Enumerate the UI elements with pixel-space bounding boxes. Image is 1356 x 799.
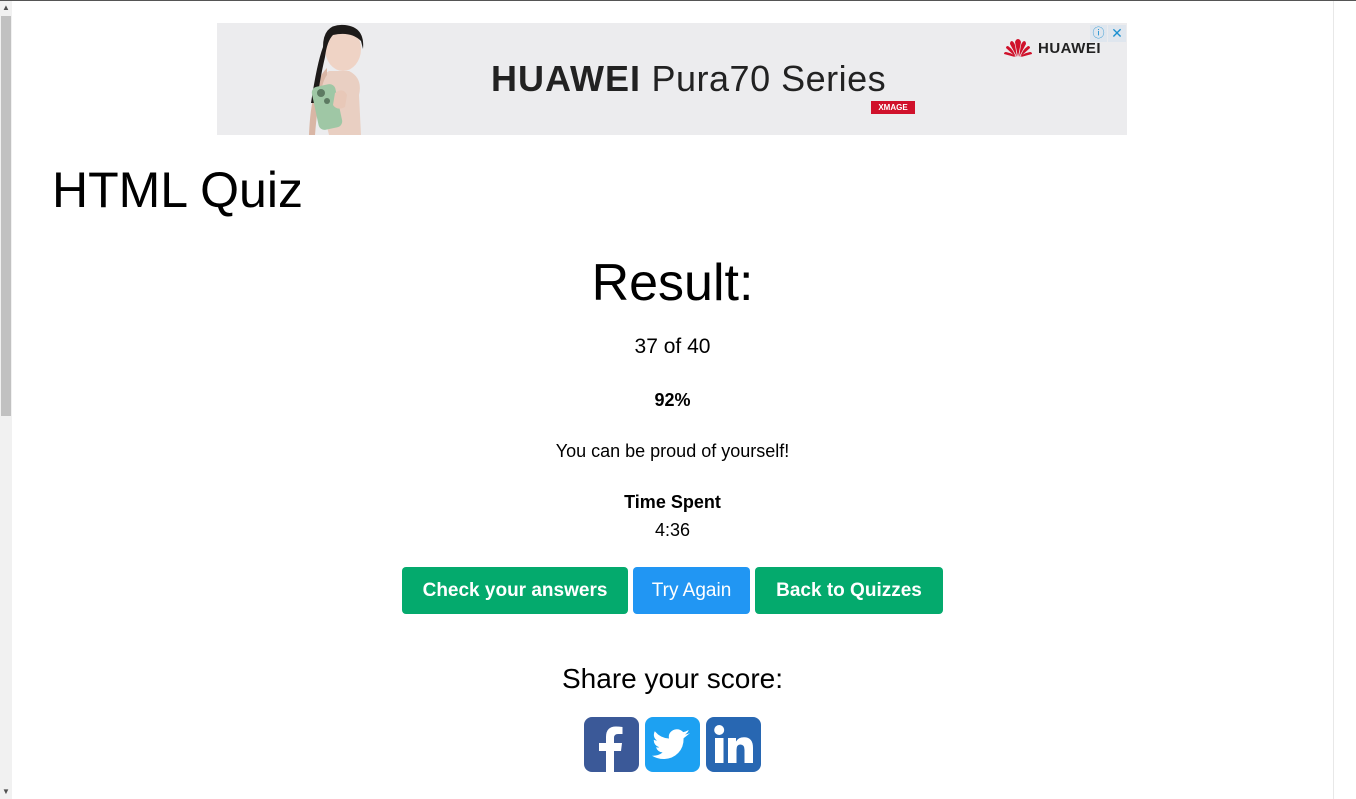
huawei-logo-icon: [1004, 39, 1032, 57]
content-right-edge: [1333, 1, 1334, 799]
time-spent-label: Time Spent: [624, 492, 721, 512]
ad-logo: HUAWEI: [1003, 38, 1101, 58]
result-heading: Result:: [591, 254, 754, 312]
ad-product-name: Pura70 Series: [651, 58, 887, 99]
ad-logo-text: HUAWEI: [1038, 39, 1101, 57]
ad-xmage-badge: XMAGE: [871, 101, 915, 114]
result-message: You can be proud of yourself!: [555, 441, 790, 461]
ad-close-icon[interactable]: ✕: [1108, 25, 1126, 42]
twitter-icon[interactable]: [645, 717, 700, 772]
vertical-scrollbar[interactable]: ▲ ▼: [0, 1, 12, 799]
ad-model-image: [309, 24, 364, 135]
page-title: HTML Quiz: [52, 162, 303, 218]
ad-banner[interactable]: HUAWEI Pura70 Series XMAGE HUAWEI ⓘ ✕: [217, 23, 1127, 135]
facebook-icon[interactable]: [584, 717, 639, 772]
ad-info-icon[interactable]: ⓘ: [1090, 25, 1107, 42]
window-top-border: [0, 0, 1356, 1]
score-text: 37 of 40: [634, 335, 711, 358]
share-heading: Share your score:: [562, 663, 783, 694]
ad-brand-name: HUAWEI: [491, 58, 641, 99]
scroll-up-arrow-icon[interactable]: ▲: [0, 1, 12, 15]
time-spent-value: 4:36: [654, 520, 691, 540]
try-again-button[interactable]: Try Again: [633, 567, 750, 614]
ad-headline: HUAWEI Pura70 Series: [491, 58, 886, 100]
scrollbar-thumb[interactable]: [1, 16, 11, 416]
linkedin-icon[interactable]: [706, 717, 761, 772]
back-to-quizzes-button[interactable]: Back to Quizzes: [755, 567, 943, 614]
score-percent: 92%: [654, 390, 691, 410]
scroll-down-arrow-icon[interactable]: ▼: [0, 785, 12, 799]
check-answers-button[interactable]: Check your answers: [402, 567, 628, 614]
